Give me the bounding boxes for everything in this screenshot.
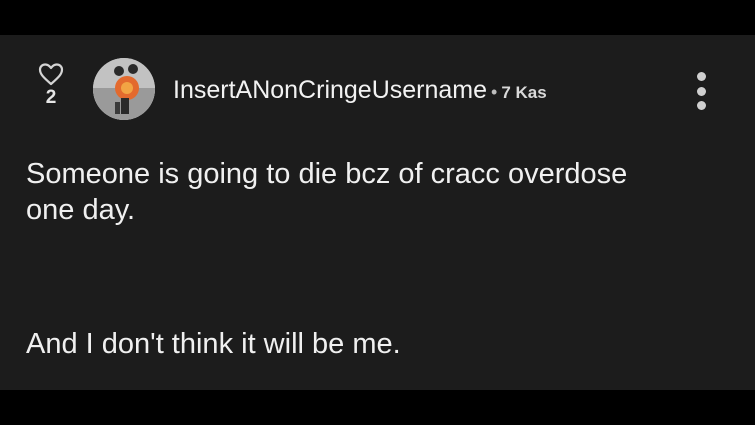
comment-line: one day. — [26, 194, 136, 226]
comment-card: 2 InsertANonCringeUsername • 7 Kas Someo… — [0, 35, 755, 390]
comment-meta: InsertANonCringeUsername • 7 Kas — [173, 75, 547, 105]
menu-dot — [696, 72, 706, 81]
heart-outline-icon[interactable] — [38, 62, 64, 86]
letterbox-top — [0, 0, 755, 35]
like-column: 2 — [36, 62, 66, 108]
separator-dot: • — [491, 82, 498, 102]
comment-line: And I don't think it will be me. — [26, 328, 401, 360]
menu-dot — [696, 101, 706, 110]
timestamp: 7 Kas — [501, 83, 547, 102]
letterbox-bottom — [0, 390, 755, 425]
username[interactable]: InsertANonCringeUsername — [173, 75, 487, 105]
avatar[interactable] — [93, 58, 155, 120]
comment-line: Someone is going to die bcz of cracc ove… — [26, 158, 628, 190]
menu-dot — [696, 86, 706, 96]
more-vertical-icon[interactable] — [690, 72, 712, 110]
comment-text: Someone is going to die bcz of cracc ove… — [26, 156, 741, 362]
like-count: 2 — [45, 87, 57, 108]
